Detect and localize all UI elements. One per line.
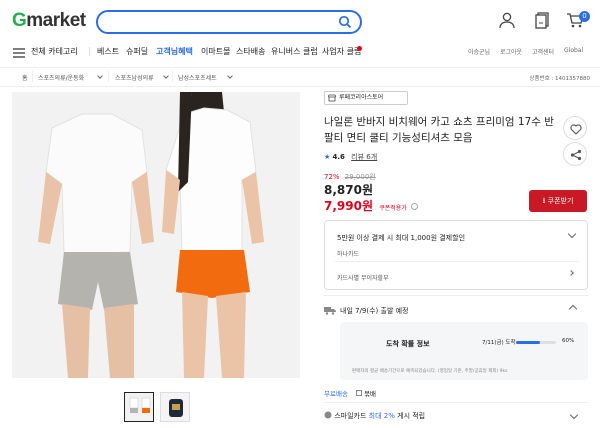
benefit-headline: 5만원 이상 결제 시 최대 1,000원 결제할인 bbox=[337, 234, 466, 242]
interest-free-info[interactable]: 카드사별 무이자할부 bbox=[337, 273, 389, 282]
recent-items-icon[interactable] bbox=[534, 11, 552, 29]
util-user[interactable]: 이승군님 bbox=[468, 47, 490, 56]
divider bbox=[108, 71, 109, 82]
menu-icon[interactable] bbox=[13, 48, 25, 58]
new-dot bbox=[357, 46, 362, 51]
info-icon[interactable] bbox=[410, 203, 418, 210]
divider bbox=[324, 295, 588, 296]
download-icon: ⭳ bbox=[542, 196, 546, 205]
shipping-options: 무료배송 묶배 bbox=[324, 388, 376, 398]
nav-item-business-club[interactable]: 사업자 클럽 bbox=[322, 46, 361, 57]
chevron-down-icon bbox=[97, 73, 103, 79]
benefit-card: 하나카드 bbox=[337, 251, 360, 258]
payment-benefit-box[interactable]: 5만원 이상 결제 시 최대 1,000원 결제할인 하나카드 카드사별 무이자… bbox=[324, 220, 588, 290]
heart-icon bbox=[570, 124, 582, 135]
header: Gmarket 0 bbox=[0, 0, 600, 44]
breadcrumb: 홈 스포츠의류/운동화 스포츠남성의류 남성스포츠세트 상품번호 : 14013… bbox=[0, 67, 600, 87]
breadcrumb-level-2[interactable]: 스포츠남성의류 bbox=[115, 73, 154, 82]
share-icon bbox=[570, 149, 582, 161]
breadcrumb-level-1[interactable]: 스포츠의류/운동화 bbox=[38, 73, 84, 82]
bundle-checkbox[interactable] bbox=[356, 390, 362, 396]
chevron-up-icon[interactable] bbox=[568, 304, 578, 314]
thumbnail-illustration bbox=[125, 393, 153, 421]
product-main-image[interactable] bbox=[12, 92, 300, 378]
chevron-down-icon bbox=[163, 73, 169, 79]
bundle-label: 묶배 bbox=[364, 390, 377, 398]
main-nav: 전체 카테고리 베스트 슈퍼딜 고객님혜택 이마트몰 스타배송 유니버스 클럽 … bbox=[0, 44, 600, 62]
rating-row: ★ 4.6 리뷰 6개 bbox=[324, 152, 377, 162]
chevron-down-icon[interactable] bbox=[569, 410, 579, 420]
user-icon[interactable] bbox=[498, 11, 516, 29]
review-count-link[interactable]: 리뷰 6개 bbox=[351, 153, 377, 161]
all-categories-button[interactable]: 전체 카테고리 bbox=[31, 46, 78, 57]
arrival-stats-title: 도착 확률 정보 bbox=[386, 340, 430, 348]
divider bbox=[324, 402, 588, 403]
star-icon: ★ bbox=[324, 153, 331, 161]
util-global[interactable]: Global bbox=[564, 47, 583, 54]
models-illustration bbox=[12, 92, 300, 378]
probability-bar-fill bbox=[516, 341, 540, 344]
divider bbox=[172, 71, 173, 82]
original-price: 29,000원 bbox=[344, 173, 376, 181]
coupon-download-button[interactable]: ⭳ 쿠폰받기 bbox=[529, 190, 587, 212]
thumbnail-illustration bbox=[161, 393, 189, 421]
divider bbox=[89, 47, 90, 56]
truck-icon bbox=[324, 307, 336, 315]
chevron-down-icon bbox=[227, 73, 233, 79]
cart-count-badge: 0 bbox=[579, 11, 590, 22]
divider bbox=[32, 71, 33, 82]
nav-item-universe-club[interactable]: 유니버스 클럽 bbox=[271, 46, 318, 57]
arrival-probability-box: 도착 확률 정보 7/11(금) 도착 60% 판매자의 평균 배송기간으로 예… bbox=[340, 322, 588, 380]
product-title: 나일론 반바지 비치웨어 카고 쇼츠 프리미엄 17수 반팔티 면티 쿨티 기능… bbox=[324, 116, 554, 144]
arrival-percent: 60% bbox=[562, 338, 575, 344]
breadcrumb-level-3[interactable]: 남성스포츠세트 bbox=[178, 73, 217, 82]
share-button[interactable] bbox=[563, 142, 587, 166]
smile-card-rate: 최대 2% bbox=[368, 412, 395, 420]
util-logout[interactable]: 로그아웃 bbox=[500, 47, 522, 56]
chevron-right-icon[interactable] bbox=[568, 270, 574, 276]
coupon-price-row: 7,990원 쿠폰적용가 bbox=[324, 197, 418, 214]
chevron-down-icon[interactable] bbox=[567, 229, 577, 239]
thumbnail-1[interactable] bbox=[124, 392, 154, 422]
nav-item-benefits[interactable]: 고객님혜택 bbox=[156, 46, 193, 57]
nav-item-superdeal[interactable]: 슈퍼딜 bbox=[126, 46, 148, 57]
util-customer-center[interactable]: 고객센터 bbox=[532, 47, 554, 56]
free-shipping-label: 무료배송 bbox=[324, 390, 348, 398]
product-number: 상품번호 : 1401357880 bbox=[529, 76, 590, 82]
thumbnail-2[interactable] bbox=[160, 392, 190, 422]
seller-store-link[interactable]: 루페코리아스토어 bbox=[324, 91, 408, 105]
wishlist-button[interactable] bbox=[563, 116, 587, 140]
discount-rate: 72% bbox=[324, 173, 340, 181]
search-icon[interactable] bbox=[338, 15, 352, 29]
arrival-date: 7/11(금) 도착 bbox=[482, 340, 516, 346]
coupon-price: 7,990원 bbox=[324, 199, 373, 213]
nav-item-best[interactable]: 베스트 bbox=[97, 46, 119, 57]
store-icon bbox=[328, 94, 336, 102]
sale-price: 8,870원 bbox=[324, 183, 373, 197]
search-box[interactable] bbox=[96, 10, 362, 35]
probability-bar bbox=[516, 341, 556, 344]
arrival-note: 판매자의 평균 배송기간으로 예측되었습니다. (영업일 기준, 주말/공휴일 … bbox=[352, 369, 508, 374]
coupon-price-label: 쿠폰적용가 bbox=[379, 205, 407, 212]
divider bbox=[335, 261, 579, 262]
rating-score: 4.6 bbox=[332, 153, 345, 161]
nav-item-emart[interactable]: 이마트몰 bbox=[201, 46, 230, 57]
gmarket-logo[interactable]: Gmarket bbox=[12, 10, 86, 32]
search-input[interactable] bbox=[108, 14, 338, 35]
breadcrumb-home[interactable]: 홈 bbox=[22, 73, 28, 82]
smile-card-row[interactable]: 스마일카드 최대 2% 게시 적립 bbox=[324, 411, 425, 421]
smile-card-icon bbox=[324, 411, 332, 419]
delivery-date: 내일 7/9(수) 출발 예정 bbox=[340, 307, 409, 315]
nav-item-star-delivery[interactable]: 스타배송 bbox=[236, 46, 265, 57]
